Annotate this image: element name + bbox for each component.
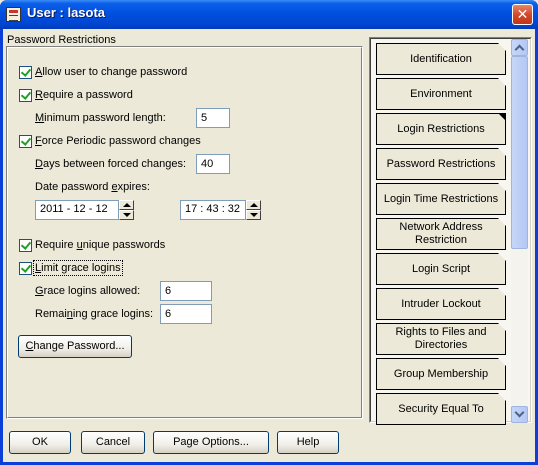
change-password-button[interactable]: Change Password... xyxy=(18,335,132,358)
limit-grace-checkbox[interactable] xyxy=(19,262,32,275)
spinner-down-icon[interactable] xyxy=(119,210,134,220)
force-periodic-checkbox[interactable] xyxy=(19,135,32,148)
close-button[interactable]: ✕ xyxy=(512,4,533,25)
tab-rights-to-files-and-directories[interactable]: Rights to Files and Directories xyxy=(376,323,506,355)
days-between-label: Days between forced changes: xyxy=(35,158,187,170)
grace-allowed-label: Grace logins allowed: xyxy=(35,285,141,297)
page-options-button[interactable]: Page Options... xyxy=(153,431,269,454)
tab-login-time-restrictions[interactable]: Login Time Restrictions xyxy=(376,183,506,215)
dialog-body: Password Restrictions Allow user to chan… xyxy=(3,29,535,462)
tab-security-equal-to[interactable]: Security Equal To xyxy=(376,393,506,425)
allow-change-checkbox[interactable] xyxy=(19,66,32,79)
days-between-input[interactable]: 40 xyxy=(196,154,230,174)
page-tabs-panel: Identification Environment Login Restricti… xyxy=(369,37,532,425)
help-button[interactable]: Help xyxy=(277,431,339,454)
scrollbar-thumb[interactable] xyxy=(511,56,528,249)
spinner-down-icon[interactable] xyxy=(246,210,261,220)
tab-identification[interactable]: Identification xyxy=(376,43,506,75)
tab-password-restrictions[interactable]: Password Restrictions xyxy=(376,148,506,180)
window-title: User : lasota xyxy=(27,5,106,20)
force-periodic-label[interactable]: Force Periodic password changes xyxy=(35,135,201,147)
grace-allowed-input[interactable]: 6 xyxy=(160,281,212,301)
dialog-window: User : lasota ✕ Password Restrictions Al… xyxy=(0,0,538,465)
require-password-label[interactable]: Require a password xyxy=(35,89,133,101)
unique-passwords-checkbox[interactable] xyxy=(19,239,32,252)
limit-grace-label[interactable]: Limit grace logins xyxy=(33,260,123,276)
cancel-button[interactable]: Cancel xyxy=(81,431,145,454)
grace-remaining-label: Remaining grace logins: xyxy=(35,308,154,320)
ok-button[interactable]: OK xyxy=(9,431,71,454)
expiry-time-input[interactable]: 17 : 43 : 32 xyxy=(180,200,246,220)
min-length-input[interactable]: 5 xyxy=(196,108,230,128)
unique-passwords-label[interactable]: Require unique passwords xyxy=(35,239,165,251)
tab-network-address-restriction[interactable]: Network Address Restriction xyxy=(376,218,506,250)
tab-login-script[interactable]: Login Script xyxy=(376,253,506,285)
expiry-date-spinner[interactable] xyxy=(119,200,134,220)
allow-change-label[interactable]: Allow user to change password xyxy=(35,66,187,78)
expiry-date-input[interactable]: 2011 - 12 - 12 xyxy=(35,200,119,220)
tab-group-membership[interactable]: Group Membership xyxy=(376,358,506,390)
require-password-checkbox[interactable] xyxy=(19,89,32,102)
tabs-scrollbar[interactable] xyxy=(511,39,528,423)
expires-label: Date password expires: xyxy=(35,181,150,193)
chevron-down-icon[interactable] xyxy=(511,406,528,423)
tab-intruder-lockout[interactable]: Intruder Lockout xyxy=(376,288,506,320)
group-title: Password Restrictions xyxy=(7,34,116,46)
grace-remaining-input[interactable]: 6 xyxy=(160,304,212,324)
spinner-up-icon[interactable] xyxy=(246,200,261,210)
tab-login-restrictions[interactable]: Login Restrictions xyxy=(376,113,506,145)
spinner-up-icon[interactable] xyxy=(119,200,134,210)
chevron-up-icon[interactable] xyxy=(511,39,528,56)
tab-environment[interactable]: Environment xyxy=(376,78,506,110)
title-bar[interactable]: User : lasota ✕ xyxy=(0,0,538,29)
min-length-label: Minimum password length: xyxy=(35,112,166,124)
expiry-time-spinner[interactable] xyxy=(246,200,261,220)
password-restrictions-panel xyxy=(6,46,363,419)
user-dialog-icon xyxy=(6,7,21,22)
